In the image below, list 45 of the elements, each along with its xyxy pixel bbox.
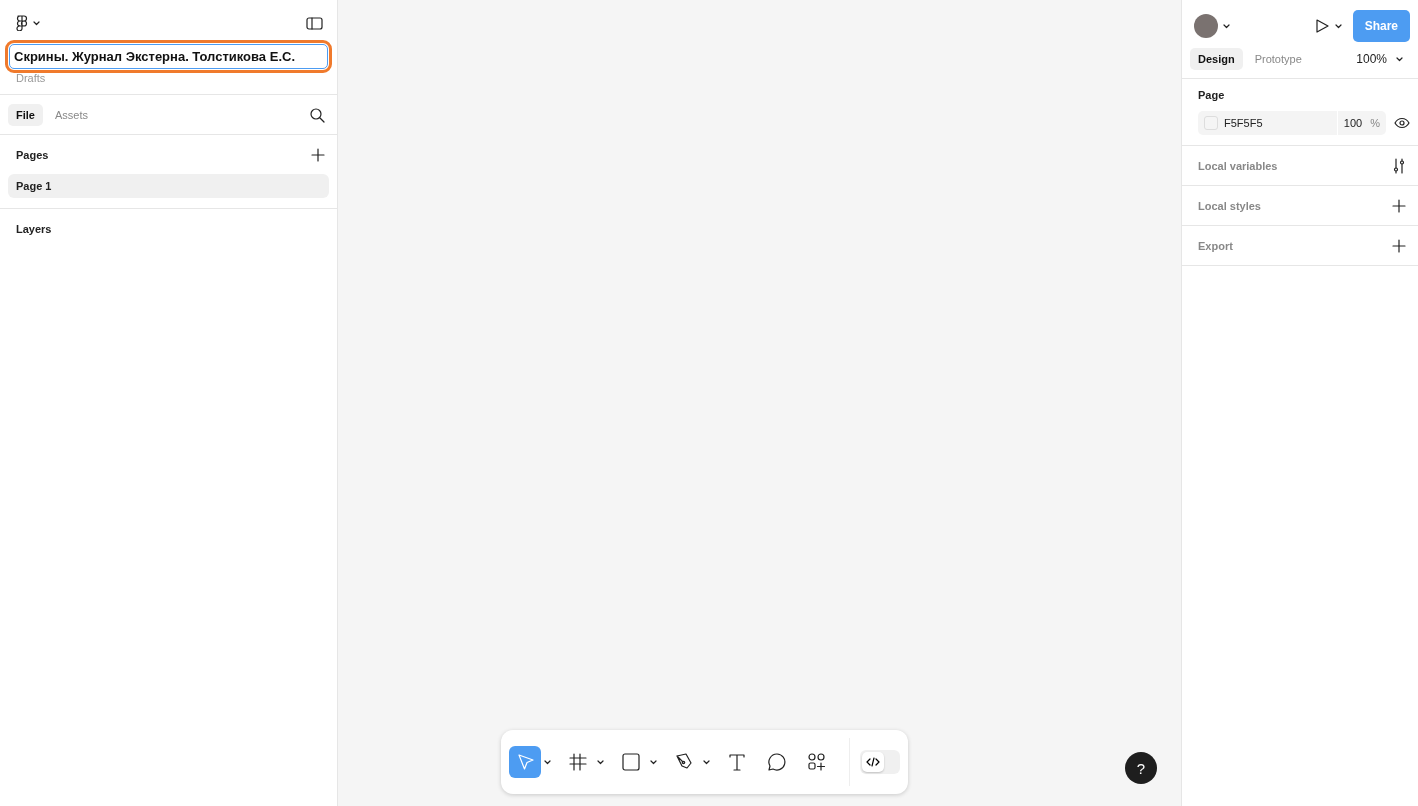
plus-icon[interactable]	[1392, 198, 1406, 213]
sidebar-toggle-icon[interactable]	[306, 16, 323, 30]
help-button[interactable]: ?	[1125, 752, 1157, 784]
color-swatch[interactable]	[1204, 116, 1218, 130]
pages-heading: Pages	[16, 148, 49, 161]
play-icon[interactable]	[1313, 18, 1330, 34]
hash-icon	[567, 751, 589, 773]
plus-icon[interactable]	[1392, 238, 1406, 253]
location-label: Drafts	[15, 72, 47, 86]
shapes-icon	[806, 751, 828, 773]
layers-heading: Layers	[16, 222, 52, 235]
panel-tab[interactable]: Prototype	[1246, 48, 1310, 70]
section-heading: Export	[1198, 239, 1233, 252]
logo-icon[interactable]	[16, 15, 28, 31]
search-icon[interactable]	[309, 106, 325, 123]
text-icon	[726, 751, 748, 773]
chevron-down-icon[interactable]	[32, 19, 41, 27]
chevron-down-icon[interactable]	[1333, 22, 1343, 30]
section-heading: Local styles	[1198, 199, 1261, 212]
plus-icon[interactable]	[311, 147, 325, 162]
square-icon	[620, 751, 642, 773]
page-fill-field[interactable]: F5F5F5 100 %	[1198, 111, 1386, 135]
sliders-icon[interactable]	[1392, 157, 1406, 174]
file-name-field[interactable]: Скрины. Журнал Экстерна. Толстикова Е.С.	[5, 40, 332, 73]
percent-sign: %	[1370, 117, 1380, 129]
panel-tab[interactable]: Design	[1190, 48, 1243, 70]
chevron-down-icon[interactable]	[1395, 55, 1404, 63]
panel-tab[interactable]: File	[8, 103, 43, 126]
chevron-down-icon[interactable]	[702, 758, 711, 766]
chevron-down-icon[interactable]	[543, 758, 552, 766]
chevron-down-icon[interactable]	[596, 758, 605, 766]
chevron-down-icon[interactable]	[1222, 22, 1231, 30]
avatar[interactable]	[1194, 14, 1218, 38]
zoom-level[interactable]: 100%	[1356, 52, 1387, 66]
dev-mode-toggle[interactable]	[860, 750, 900, 774]
eye-icon[interactable]	[1394, 117, 1410, 129]
chevron-down-icon[interactable]	[649, 758, 658, 766]
section-heading: Local variables	[1198, 159, 1278, 172]
fill-opacity[interactable]: 100	[1343, 117, 1363, 129]
page-item[interactable]: Page 1	[8, 174, 329, 198]
fill-hex[interactable]: F5F5F5	[1224, 117, 1337, 129]
code-icon	[866, 757, 880, 767]
speech-bubble-icon	[766, 751, 788, 773]
page-heading: Page	[1198, 89, 1226, 101]
panel-tab[interactable]: Assets	[46, 103, 96, 126]
